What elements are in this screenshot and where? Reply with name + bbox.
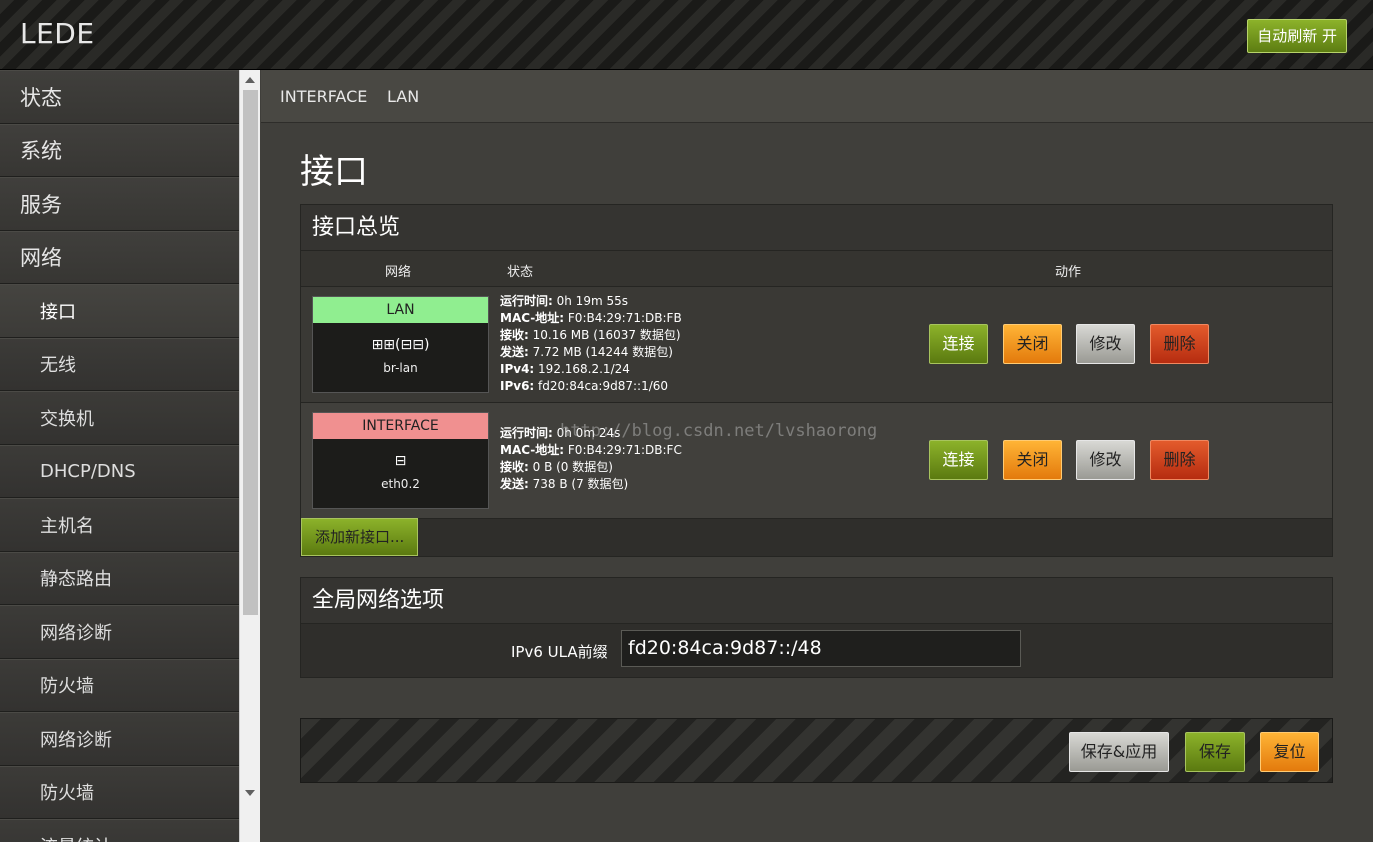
scroll-up-icon[interactable] bbox=[245, 77, 255, 83]
save-button[interactable]: 保存 bbox=[1185, 732, 1245, 772]
brand-logo[interactable]: LEDE bbox=[20, 17, 95, 50]
auto-refresh-button[interactable]: 自动刷新 开 bbox=[1247, 19, 1347, 53]
status-key: 运行时间: bbox=[500, 294, 553, 308]
status-key: IPv6: bbox=[500, 379, 535, 393]
status-key: 接收: bbox=[500, 328, 529, 342]
status-value: F0:B4:29:71:DB:FC bbox=[564, 443, 682, 457]
status-value: 10.16 MB (16037 数据包) bbox=[528, 328, 681, 342]
delete-button-interface[interactable]: 删除 bbox=[1150, 440, 1209, 480]
interface-status-lan: 运行时间: 0h 19m 55s MAC-地址: F0:B4:29:71:DB:… bbox=[500, 293, 682, 395]
top-header: LEDE 自动刷新 开 bbox=[0, 0, 1373, 70]
sidebar-item-dhcp-dns[interactable]: DHCP/DNS bbox=[0, 444, 239, 498]
status-value: fd20:84ca:9d87::1/60 bbox=[534, 379, 669, 393]
interface-device: br-lan bbox=[383, 361, 418, 375]
sidebar-item-switch[interactable]: 交换机 bbox=[0, 391, 239, 445]
sidebar-item-diagnostics-2[interactable]: 网络诊断 bbox=[0, 712, 239, 766]
col-status: 状态 bbox=[507, 265, 534, 280]
interface-badge-lan[interactable]: LAN ⊞⊞(⊟⊟) br-lan bbox=[312, 296, 489, 393]
sidebar: 状态 系统 服务 网络 接口 无线 交换机 DHCP/DNS 主机名 静态路由 … bbox=[0, 70, 239, 842]
reset-button[interactable]: 复位 bbox=[1260, 732, 1319, 772]
stop-button-interface[interactable]: 关闭 bbox=[1003, 440, 1062, 480]
breadcrumb-lan[interactable]: LAN bbox=[387, 87, 419, 106]
status-value: 192.168.2.1/24 bbox=[534, 362, 630, 376]
sidebar-item-services[interactable]: 服务 bbox=[0, 177, 239, 231]
sidebar-item-traffic[interactable]: 流量统计 bbox=[0, 819, 239, 842]
interface-name: LAN bbox=[313, 297, 488, 323]
status-value: 7.72 MB (14244 数据包) bbox=[528, 345, 673, 359]
sidebar-item-firewall-2[interactable]: 防火墙 bbox=[0, 765, 239, 819]
save-apply-button[interactable]: 保存&应用 bbox=[1069, 732, 1169, 772]
watermark-text: http://blog.csdn.net/lvshaorong bbox=[560, 421, 878, 441]
overview-title: 接口总览 bbox=[301, 205, 1332, 251]
stop-button-lan[interactable]: 关闭 bbox=[1003, 324, 1062, 364]
sidebar-scrollbar[interactable] bbox=[239, 70, 260, 842]
col-network: 网络 bbox=[385, 265, 412, 280]
status-key: IPv4: bbox=[500, 362, 535, 376]
status-key: 接收: bbox=[500, 460, 529, 474]
status-value: 0 B (0 数据包) bbox=[528, 460, 613, 474]
delete-button-lan[interactable]: 删除 bbox=[1150, 324, 1209, 364]
sidebar-item-interfaces[interactable]: 接口 bbox=[0, 284, 239, 338]
table-row-lan: LAN ⊞⊞(⊟⊟) br-lan 运行时间: 0h 19m 55s MAC-地… bbox=[301, 287, 1332, 403]
status-key: MAC-地址: bbox=[500, 443, 565, 457]
add-interface-row: 添加新接口... bbox=[301, 518, 1332, 557]
status-key: 运行时间: bbox=[500, 426, 553, 440]
status-value: F0:B4:29:71:DB:FB bbox=[564, 311, 682, 325]
main-content: INTERFACE LAN 接口 接口总览 网络 状态 动作 LAN ⊞⊞(⊟⊟… bbox=[261, 70, 1373, 842]
sidebar-item-diagnostics[interactable]: 网络诊断 bbox=[0, 605, 239, 659]
interface-overview-section: 接口总览 网络 状态 动作 LAN ⊞⊞(⊟⊟) br-lan 运行时间: 0h… bbox=[300, 204, 1333, 557]
status-value: 738 B (7 数据包) bbox=[528, 477, 629, 491]
sidebar-item-system[interactable]: 系统 bbox=[0, 123, 239, 177]
sidebar-item-status[interactable]: 状态 bbox=[0, 70, 239, 124]
connect-button-interface[interactable]: 连接 bbox=[929, 440, 988, 480]
edit-button-lan[interactable]: 修改 bbox=[1076, 324, 1135, 364]
ula-prefix-row: IPv6 ULA前缀 fd20:84ca:9d87::/48 bbox=[301, 624, 1332, 678]
connect-button-lan[interactable]: 连接 bbox=[929, 324, 988, 364]
global-options-section: 全局网络选项 IPv6 ULA前缀 fd20:84ca:9d87::/48 bbox=[300, 577, 1333, 678]
scroll-thumb[interactable] bbox=[243, 90, 258, 615]
sidebar-item-wireless[interactable]: 无线 bbox=[0, 337, 239, 391]
breadcrumb-interface[interactable]: INTERFACE bbox=[280, 87, 367, 106]
breadcrumb: INTERFACE LAN bbox=[261, 70, 1373, 123]
sidebar-item-static-routes[interactable]: 静态路由 bbox=[0, 551, 239, 605]
edit-button-interface[interactable]: 修改 bbox=[1076, 440, 1135, 480]
sidebar-item-network[interactable]: 网络 bbox=[0, 230, 239, 284]
ula-prefix-label: IPv6 ULA前缀 bbox=[511, 643, 608, 661]
table-header: 网络 状态 动作 bbox=[301, 251, 1332, 287]
add-interface-button[interactable]: 添加新接口... bbox=[301, 518, 419, 556]
interface-name: INTERFACE bbox=[313, 413, 488, 439]
interface-badge-interface[interactable]: INTERFACE ⊟ eth0.2 bbox=[312, 412, 489, 509]
sidebar-item-firewall[interactable]: 防火墙 bbox=[0, 658, 239, 712]
interface-device: eth0.2 bbox=[381, 477, 420, 491]
status-value: 0h 19m 55s bbox=[552, 294, 628, 308]
global-options-title: 全局网络选项 bbox=[301, 578, 1332, 624]
status-key: 发送: bbox=[500, 345, 529, 359]
status-key: MAC-地址: bbox=[500, 311, 565, 325]
form-actions-bar: 保存&应用 保存 复位 bbox=[300, 718, 1333, 783]
ula-prefix-input[interactable]: fd20:84ca:9d87::/48 bbox=[621, 630, 1021, 667]
col-actions: 动作 bbox=[1055, 265, 1082, 280]
sidebar-item-hostnames[interactable]: 主机名 bbox=[0, 498, 239, 552]
network-port-icon: ⊟ bbox=[394, 453, 407, 469]
scroll-down-icon[interactable] bbox=[245, 790, 255, 796]
status-key: 发送: bbox=[500, 477, 529, 491]
network-port-icon: ⊞⊞(⊟⊟) bbox=[371, 337, 430, 353]
page-title: 接口 bbox=[300, 152, 368, 192]
